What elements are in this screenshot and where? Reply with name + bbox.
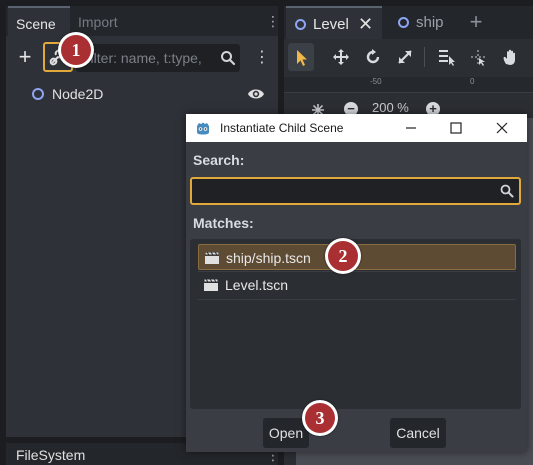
list-item[interactable]: Level.tscn xyxy=(198,272,516,298)
node2d-icon xyxy=(295,19,306,30)
node2d-icon xyxy=(398,17,409,28)
canvas-toolbar xyxy=(284,39,533,77)
match-label: Level.tscn xyxy=(225,277,289,293)
tab-scene[interactable]: Scene xyxy=(8,6,70,36)
tab-label: ship xyxy=(416,14,444,31)
pivot-icon[interactable] xyxy=(468,47,488,67)
tab-level[interactable]: Level ✕ xyxy=(286,6,382,39)
ruler-tick-label: -50 xyxy=(370,77,382,86)
step-number: 1 xyxy=(61,35,91,65)
scene-dock-tabs: Scene Import ⋮ xyxy=(6,6,280,36)
list-select-icon[interactable] xyxy=(436,47,456,67)
search-label: Search: xyxy=(193,152,245,168)
filesystem-label: FileSystem xyxy=(16,447,86,463)
godot-app-icon xyxy=(197,122,209,135)
toolbar-divider xyxy=(424,47,425,67)
cancel-button[interactable]: Cancel xyxy=(390,418,446,448)
cursor-icon xyxy=(297,50,307,66)
step-number: 2 xyxy=(328,241,358,271)
move-icon[interactable] xyxy=(331,47,351,67)
zoom-level[interactable]: 200 % xyxy=(372,100,409,115)
instantiate-child-scene-dialog: Instantiate Child Scene Search: Matches: xyxy=(186,114,527,452)
tab-ship[interactable]: ship xyxy=(388,6,464,39)
step-number: 3 xyxy=(305,403,335,433)
scene-toolbar: + Filter: name, t:type, ⋮ xyxy=(6,40,278,76)
search-icon xyxy=(500,184,514,198)
rotate-icon[interactable] xyxy=(363,47,383,67)
match-label: ship/ship.tscn xyxy=(226,250,311,266)
row-divider xyxy=(198,299,516,300)
visibility-eye-icon[interactable] xyxy=(247,86,265,102)
add-node-button[interactable]: + xyxy=(14,46,36,70)
dialog-body: Search: Matches: ship/ship.tscn Level.ts… xyxy=(186,142,527,452)
dialog-titlebar[interactable]: Instantiate Child Scene xyxy=(186,114,527,142)
matches-label: Matches: xyxy=(193,215,254,231)
packed-scene-icon xyxy=(205,252,219,264)
step-badge: 1 xyxy=(58,32,94,68)
tab-import[interactable]: Import xyxy=(70,6,140,36)
search-icon xyxy=(221,51,236,66)
step-badge: 3 xyxy=(302,400,338,436)
ruler-tick-label: 0 xyxy=(470,77,475,86)
search-input[interactable] xyxy=(196,179,496,203)
scene-tree-menu-icon[interactable]: ⋮ xyxy=(254,48,270,68)
maximize-icon[interactable] xyxy=(448,120,464,136)
tree-item-label: Node2D xyxy=(52,86,104,102)
tab-label: Level xyxy=(313,16,349,33)
node2d-icon xyxy=(32,88,44,100)
close-icon[interactable]: ✕ xyxy=(358,8,373,41)
search-field[interactable] xyxy=(190,177,521,205)
step-badge: 2 xyxy=(325,238,361,274)
minimize-icon[interactable] xyxy=(403,120,419,136)
close-icon[interactable] xyxy=(494,120,510,136)
horizontal-ruler: -50 0 xyxy=(284,77,533,93)
packed-scene-icon xyxy=(204,279,218,291)
tree-item[interactable]: Node2D xyxy=(6,82,278,106)
scale-icon[interactable] xyxy=(395,47,415,67)
scene-tabs: Level ✕ ship + xyxy=(284,6,533,39)
add-tab-button[interactable]: + xyxy=(466,8,486,36)
dock-menu-icon[interactable]: ⋮ xyxy=(266,13,280,29)
filter-placeholder: Filter: name, t:type, xyxy=(82,50,202,66)
select-tool-button[interactable] xyxy=(288,43,314,71)
pan-hand-icon[interactable] xyxy=(500,47,520,67)
filter-nodes-input[interactable]: Filter: name, t:type, xyxy=(76,44,240,72)
dialog-title: Instantiate Child Scene xyxy=(220,121,344,135)
